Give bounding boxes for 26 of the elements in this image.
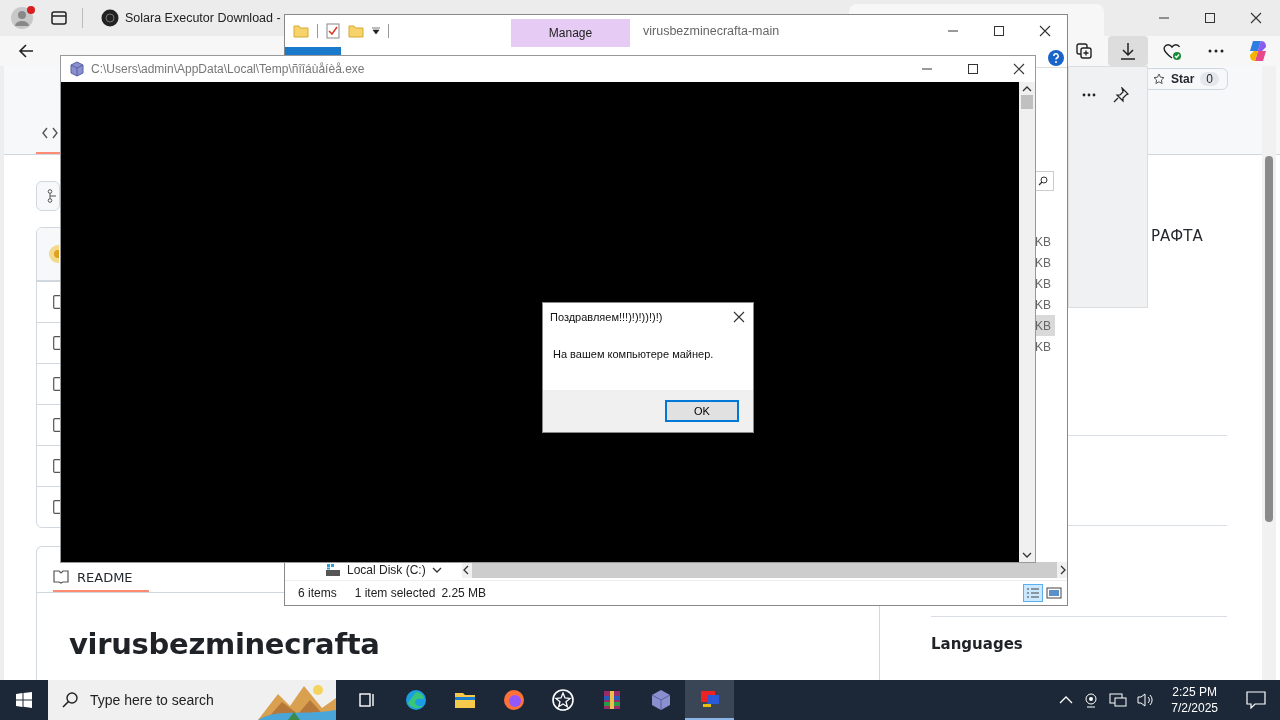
item-count: 6 items <box>298 586 337 600</box>
size-cell[interactable]: KB <box>1035 294 1055 315</box>
selection-count: 1 item selected <box>354 586 436 600</box>
repo-heading: virusbezminecrafta <box>69 627 381 661</box>
window-title: virusbezminecrafta-main <box>642 23 780 40</box>
nav-item[interactable]: Local Disk (C:) <box>347 563 426 577</box>
languages-heading: Languages <box>931 635 1024 653</box>
size-cell[interactable]: KB <box>1035 336 1055 357</box>
repo-description: РАФТА <box>1151 227 1204 245</box>
time: 2:25 PM <box>1172 684 1217 700</box>
dialog-message: На вашем компьютере майнер. <box>553 348 714 360</box>
search-placeholder: Type here to search <box>90 692 215 708</box>
size-cell[interactable]: KB <box>1035 252 1055 273</box>
search-field[interactable]: Type here to search <box>48 680 336 720</box>
date: 7/2/2025 <box>1171 700 1218 716</box>
star-count: 0 <box>1200 72 1220 86</box>
dialog-title: Поздравляем!!!)!)!))!)!) <box>550 311 663 323</box>
clock[interactable]: 2:25 PM 7/2/2025 <box>1171 684 1218 716</box>
browser-tab[interactable]: Solara Executor Download - <box>97 3 285 33</box>
ribbon-tab[interactable]: Manage <box>511 19 630 47</box>
window-title: C:\Users\admin\AppData\Local\Temp\ñîîáùåíèå.exe <box>91 62 365 76</box>
size-cell[interactable]: KB <box>1035 273 1055 294</box>
size-cell[interactable]: KB <box>1035 315 1055 336</box>
ok-button[interactable]: OK <box>665 400 739 422</box>
selection-size: 2.25 MB <box>441 586 487 600</box>
size-cell[interactable]: KB <box>1035 231 1055 252</box>
